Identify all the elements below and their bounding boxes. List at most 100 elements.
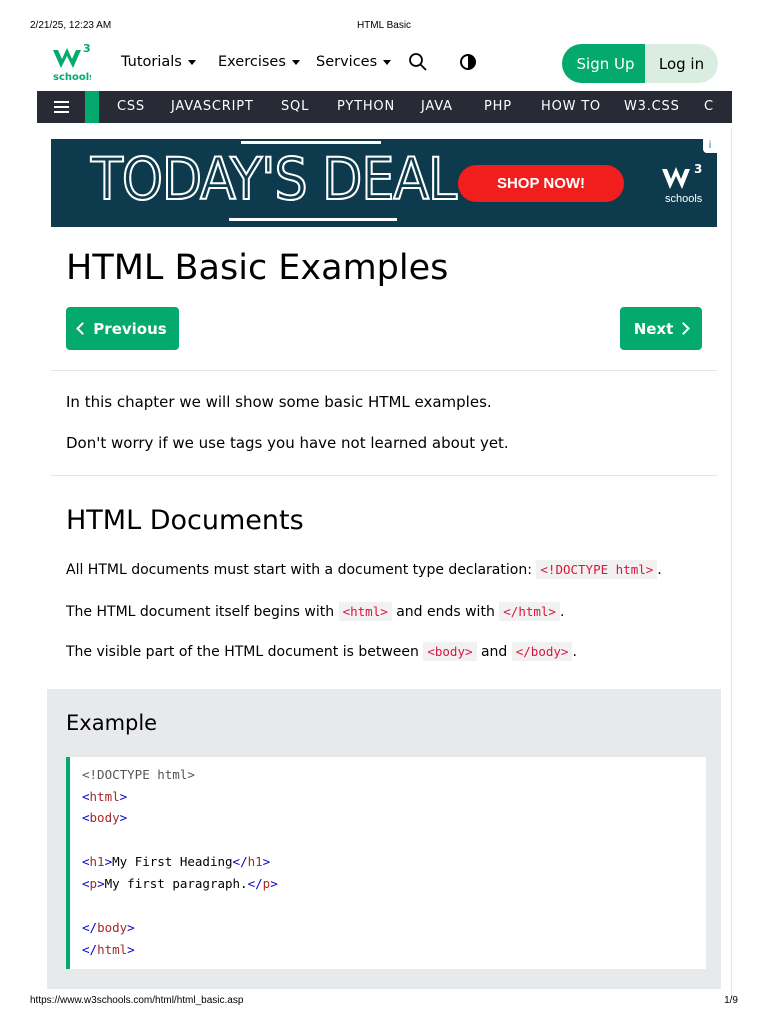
content-border [731, 128, 732, 998]
contrast-toggle-icon[interactable] [458, 52, 478, 72]
logo-sup: 3 [83, 42, 91, 55]
code-line-p: <p>My first paragraph.</p> [82, 876, 278, 892]
inline-code-body-open: <body> [423, 642, 477, 661]
print-header: 2/21/25, 12:23 AM HTML Basic [0, 14, 768, 36]
code-angle: < [82, 876, 90, 891]
intro-paragraph-2: Don't worry if we use tags you have not … [66, 434, 509, 452]
login-button[interactable]: Log in [645, 44, 718, 83]
inline-code-html-close: </html> [499, 602, 560, 621]
caret-down-icon [383, 59, 392, 65]
code-h1-text: My First Heading [112, 854, 233, 869]
ad-logo-text: schools [665, 193, 703, 205]
chevron-left-icon [76, 322, 90, 335]
print-footer: https://www.w3schools.com/html/html_basi… [0, 993, 768, 1011]
body-tag-text-2: and [480, 644, 508, 660]
topic-css[interactable]: CSS [117, 99, 145, 114]
code-tag: p [89, 876, 98, 891]
ad-headline: TODAY'S DEAL [90, 144, 458, 214]
signup-button[interactable]: Sign Up [562, 44, 649, 83]
topic-c[interactable]: C [704, 99, 714, 114]
code-tag: body [97, 920, 128, 935]
code-tag: html [97, 942, 128, 957]
code-tag: h1 [247, 854, 263, 869]
inline-code-doctype: <!DOCTYPE html> [536, 560, 658, 579]
top-nav: 3 schools Tutorials Exercises Services S… [37, 40, 732, 88]
w3schools-logo[interactable]: 3 schools [51, 42, 91, 84]
topic-bar: CSS JAVASCRIPT SQL PYTHON JAVA PHP HOW T… [37, 91, 732, 123]
code-angle: > [97, 876, 105, 891]
code-angle: > [127, 942, 135, 957]
code-tag: body [89, 810, 120, 825]
inline-code-body-close: </body> [511, 642, 573, 661]
code-tag: h1 [89, 854, 105, 869]
code-line-html-close: </html> [82, 942, 135, 958]
logo-text: schools [53, 72, 91, 83]
divider [51, 370, 717, 371]
previous-button[interactable]: Previous [66, 307, 179, 350]
html-tag-end: . [559, 604, 565, 620]
code-angle: > [119, 810, 128, 825]
next-label: Next [633, 319, 674, 338]
code-p-text: My first paragraph. [104, 876, 248, 891]
code-line-html-open: <html> [82, 789, 127, 805]
topic-php[interactable]: PHP [484, 99, 512, 114]
divider [51, 475, 717, 476]
code-angle: > [119, 789, 128, 804]
code-angle: </ [82, 942, 98, 957]
page-title: HTML Basic Examples [66, 248, 449, 288]
intro-paragraph-1: In this chapter we will show some basic … [66, 393, 492, 411]
code-line-body-open: <body> [82, 810, 127, 826]
code-angle: < [82, 854, 90, 869]
topic-sql[interactable]: SQL [281, 99, 309, 114]
menu-button[interactable] [37, 91, 85, 123]
code-line-doctype: <!DOCTYPE html> [82, 767, 195, 782]
inline-code-html-open: <html> [338, 602, 392, 621]
code-example: <!DOCTYPE html> <html> <body> <h1>My Fir… [66, 757, 706, 969]
print-url: https://www.w3schools.com/html/html_basi… [30, 995, 244, 1006]
html-tag-paragraph: The HTML document itself begins with <ht… [66, 601, 564, 623]
caret-down-icon [187, 59, 196, 65]
body-tag-paragraph: The visible part of the HTML document is… [66, 641, 577, 663]
topic-w3css[interactable]: W3.CSS [624, 99, 680, 114]
html-tag-text-2: and ends with [396, 604, 495, 620]
nav-exercises-label: Exercises [218, 54, 286, 70]
chevron-right-icon [677, 322, 691, 335]
hamburger-icon [53, 98, 69, 116]
next-button[interactable]: Next [620, 307, 702, 350]
topic-python[interactable]: PYTHON [337, 99, 395, 114]
code-angle: </ [232, 854, 248, 869]
code-angle: > [262, 854, 271, 869]
topic-howto[interactable]: HOW TO [541, 99, 601, 114]
doctype-end: . [657, 562, 662, 578]
code-angle: < [82, 789, 90, 804]
code-angle: </ [247, 876, 263, 891]
code-angle: > [270, 876, 278, 891]
nav-exercises[interactable]: Exercises [218, 54, 300, 70]
html-tag-text-1: The HTML document itself begins with [66, 604, 335, 620]
ad-info-icon[interactable]: i [703, 139, 717, 153]
caret-down-icon [291, 59, 300, 65]
topic-java[interactable]: JAVA [421, 99, 453, 114]
topic-javascript[interactable]: JAVASCRIPT [171, 99, 254, 114]
code-angle: > [127, 920, 135, 935]
print-title: HTML Basic [356, 20, 412, 31]
example-heading: Example [66, 711, 158, 735]
code-line-h1: <h1>My First Heading</h1> [82, 854, 270, 870]
code-tag: html [89, 789, 120, 804]
nav-tutorials[interactable]: Tutorials [121, 54, 196, 70]
body-tag-text-1: The visible part of the HTML document is… [66, 644, 419, 660]
code-angle: </ [82, 920, 98, 935]
nav-services-label: Services [316, 54, 378, 70]
nav-services[interactable]: Services [316, 54, 392, 70]
code-angle: < [82, 810, 90, 825]
print-page-number: 1/9 [724, 995, 738, 1006]
body-tag-end: . [572, 644, 577, 660]
ad-banner[interactable]: TODAY'S DEAL SHOP NOW! 3 schools i [51, 139, 717, 227]
previous-label: Previous [93, 319, 167, 338]
search-icon[interactable] [408, 52, 428, 72]
doctype-text: All HTML documents must start with a doc… [66, 562, 532, 578]
ad-decoration-line [229, 218, 397, 221]
example-box: Example <!DOCTYPE html> <html> <body> <h… [47, 689, 721, 989]
shop-now-button[interactable]: SHOP NOW! [458, 165, 624, 202]
nav-tutorials-label: Tutorials [121, 54, 182, 70]
